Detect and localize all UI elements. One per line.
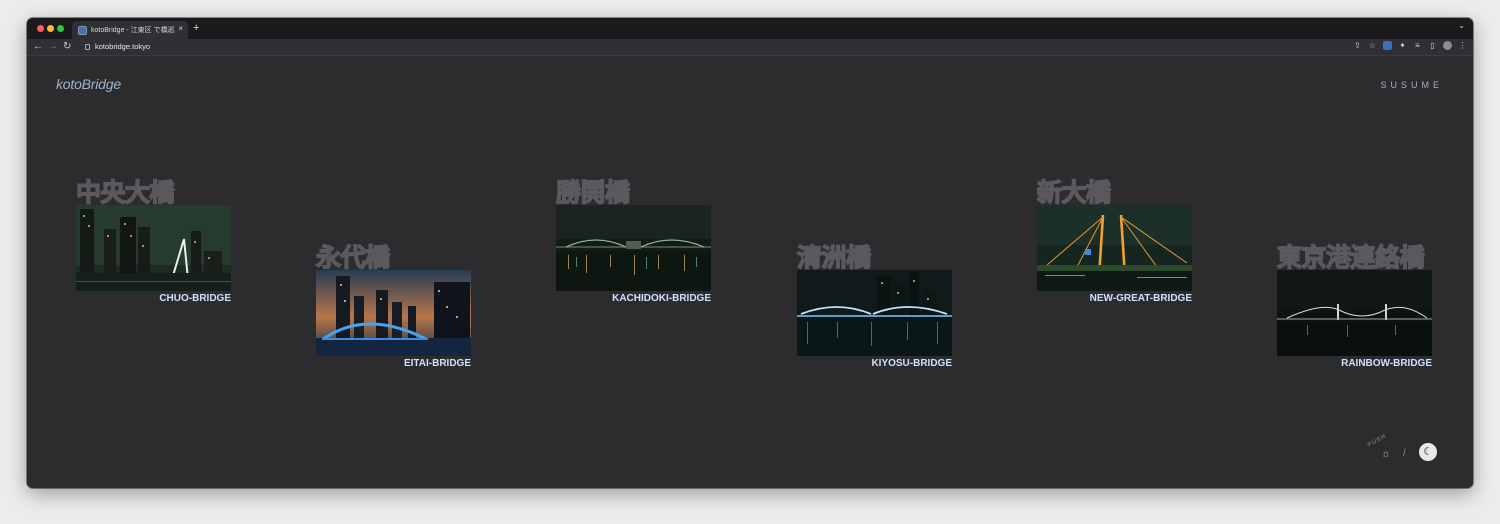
bridge-card-chuo[interactable]: 中央大橋 CHUO-BRIDGE bbox=[75, 173, 231, 313]
address-bar[interactable]: kotobridge.tokyo bbox=[95, 42, 150, 51]
bridge-photo[interactable] bbox=[76, 205, 231, 291]
push-label: PUSH bbox=[1366, 433, 1388, 449]
moon-icon[interactable]: ☾ bbox=[1419, 443, 1437, 461]
minimize-window-button[interactable] bbox=[47, 25, 54, 32]
bridge-name-en: KACHIDOKI-BRIDGE bbox=[612, 293, 711, 304]
page-content: kotoBridge SUSUME 中央大橋 CHUO-BRIDGE 永代橋 E… bbox=[27, 56, 1473, 488]
favicon-icon bbox=[78, 26, 87, 35]
bridge-photo[interactable] bbox=[1277, 270, 1432, 356]
bridge-photo[interactable] bbox=[1037, 205, 1192, 291]
bridge-name-jp: 清洲橋 bbox=[796, 242, 871, 272]
bridge-name-en: RAINBOW-BRIDGE bbox=[1341, 358, 1432, 369]
bridge-card-kiyosu[interactable]: 清洲橋 KIYOSU-BRIDGE bbox=[796, 238, 952, 378]
bridge-name-jp: 永代橋 bbox=[315, 242, 390, 272]
bridge-name-en: KIYOSU-BRIDGE bbox=[871, 358, 952, 369]
susume-nav-link[interactable]: SUSUME bbox=[1380, 80, 1443, 90]
bridge-card-new-great[interactable]: 新大橋 NEW-GREAT-BRIDGE bbox=[1036, 173, 1192, 313]
bridge-name-jp: 新大橋 bbox=[1036, 177, 1111, 207]
new-tab-button[interactable]: + bbox=[193, 22, 199, 34]
browser-window: kotoBridge - 江東区 で橋巡り × + ⌄ ← → ↻ kotobr… bbox=[27, 18, 1473, 488]
bridge-name-en: NEW-GREAT-BRIDGE bbox=[1089, 293, 1192, 304]
maximize-window-button[interactable] bbox=[57, 25, 64, 32]
avatar-icon[interactable] bbox=[1443, 41, 1452, 50]
tab-bar: kotoBridge - 江東区 で橋巡り × + ⌄ bbox=[27, 18, 1473, 39]
bridge-name-jp: 東京港連絡橋 bbox=[1276, 242, 1425, 272]
kebab-menu-icon[interactable]: ⋮ bbox=[1458, 41, 1467, 50]
browser-toolbar: ← → ↻ kotobridge.tokyo ⇪ ☆ ✦ ≡ ▯ ⋮ bbox=[27, 39, 1473, 56]
lock-icon[interactable] bbox=[85, 44, 90, 50]
bridge-name-en: EITAI-BRIDGE bbox=[403, 358, 471, 369]
close-window-button[interactable] bbox=[37, 25, 44, 32]
browser-tab[interactable]: kotoBridge - 江東区 で橋巡り × bbox=[72, 21, 188, 39]
reload-button[interactable]: ↻ bbox=[63, 40, 71, 54]
extension-blue-icon[interactable] bbox=[1383, 41, 1392, 50]
bridge-name-en: CHUO-BRIDGE bbox=[159, 293, 231, 304]
site-logo[interactable]: kotoBridge bbox=[56, 76, 121, 92]
puzzle-icon[interactable]: ✦ bbox=[1398, 41, 1407, 50]
sun-icon[interactable]: ☼ bbox=[1381, 448, 1391, 460]
bridge-card-rainbow[interactable]: 東京港連絡橋 RAINBOW-BRIDGE bbox=[1276, 238, 1432, 378]
theme-switch: PUSH ☼ / ☾ bbox=[1365, 433, 1445, 466]
tab-title: kotoBridge - 江東区 で橋巡り bbox=[91, 27, 175, 34]
bridge-card-kachidoki[interactable]: 勝鬨橋 KACHIDOKI-BRIDGE bbox=[555, 173, 711, 313]
theme-separator: / bbox=[1403, 448, 1406, 459]
share-icon[interactable]: ⇪ bbox=[1353, 41, 1362, 50]
sidebar-icon[interactable]: ▯ bbox=[1428, 41, 1437, 50]
back-button[interactable]: ← bbox=[33, 40, 43, 54]
bridge-name-jp: 中央大橋 bbox=[75, 177, 175, 207]
tab-search-button[interactable]: ⌄ bbox=[1458, 21, 1465, 30]
bridge-photo[interactable] bbox=[556, 205, 711, 291]
reading-list-icon[interactable]: ≡ bbox=[1413, 41, 1422, 50]
forward-button[interactable]: → bbox=[48, 40, 58, 54]
bridge-photo[interactable] bbox=[797, 270, 952, 356]
tab-close-button[interactable]: × bbox=[178, 24, 183, 34]
bridge-name-jp: 勝鬨橋 bbox=[555, 177, 630, 207]
star-icon[interactable]: ☆ bbox=[1368, 41, 1377, 50]
bridge-card-eitai[interactable]: 永代橋 EITAI-BRIDGE bbox=[315, 238, 471, 378]
bridge-photo[interactable] bbox=[316, 270, 471, 356]
